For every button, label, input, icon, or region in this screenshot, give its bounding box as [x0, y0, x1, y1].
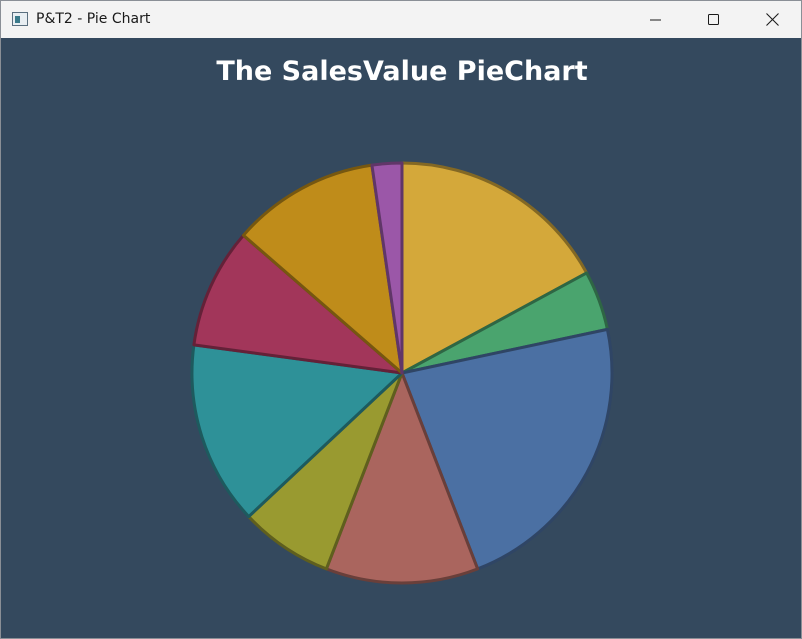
title-bar[interactable]: P&T2 - Pie Chart [1, 1, 801, 38]
maximize-button[interactable] [691, 1, 737, 38]
app-window-icon [12, 12, 28, 26]
chart-area: The SalesValue PieChart [2, 38, 802, 638]
app-window: P&T2 - Pie Chart The SalesValue PieChart [0, 0, 802, 639]
close-icon [765, 13, 779, 26]
maximize-icon [708, 13, 719, 25]
window-title: P&T2 - Pie Chart [36, 11, 151, 27]
pie-chart [190, 161, 614, 585]
minimize-button[interactable] [633, 1, 679, 38]
minimize-icon [650, 19, 661, 20]
close-button[interactable] [749, 1, 795, 38]
